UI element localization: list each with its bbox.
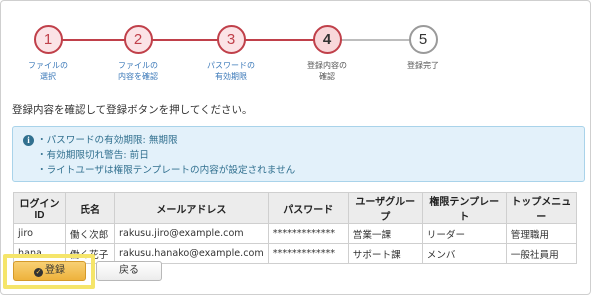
cell-user-group: サポート課 (347, 243, 423, 264)
step-3-circle: 3 (216, 25, 246, 54)
column-header-permission-template: 権限テンプレート (421, 192, 507, 224)
step-4-label: 登録内容の 確認 (307, 61, 347, 81)
step-3-label[interactable]: パスワードの 有効期限 (181, 60, 281, 82)
info-box: i ・パスワードの有効期限: 無期限 ・有効期限切れ警告: 前日 ・ライトユーザ… (12, 126, 585, 182)
cell-top-menu: 一般社員用 (505, 243, 577, 264)
user-table: ログインID 氏名 メールアドレス パスワード ユーザグループ 権限テンプレート… (13, 192, 577, 264)
step-5-circle: 5 (408, 25, 438, 54)
step-2-label[interactable]: ファイルの 内容を確認 (88, 60, 188, 82)
info-list: ・パスワードの有効期限: 無期限 ・有効期限切れ警告: 前日 ・ライトユーザは権… (37, 133, 295, 178)
table-header-row: ログインID 氏名 メールアドレス パスワード ユーザグループ 権限テンプレート… (13, 192, 577, 224)
column-header-top-menu: トップメニュー (505, 192, 577, 224)
step-5-label: 登録完了 (407, 61, 439, 70)
cell-permission-template: リーダー (421, 223, 507, 244)
info-item-expiry-warning: ・有効期限切れ警告: 前日 (37, 150, 149, 161)
check-circle-icon: ✓ (34, 268, 43, 277)
column-header-name: 氏名 (65, 192, 115, 224)
back-button[interactable]: 戻る (96, 261, 162, 281)
info-item-light-user-note: ・ライトユーザは権限テンプレートの内容が設定されません (37, 165, 296, 176)
column-header-user-group: ユーザグループ (347, 192, 423, 224)
cell-top-menu: 管理職用 (505, 223, 577, 244)
step-1[interactable]: 1 ファイルの 選択 (0, 25, 98, 82)
info-circle-icon: i (23, 135, 34, 146)
step-4-circle: 4 (312, 25, 342, 54)
back-button-label: 戻る (119, 265, 139, 276)
progress-stepper: 1 ファイルの 選択 2 ファイルの 内容を確認 3 パスワードの 有効期限 4… (0, 0, 591, 100)
step-3[interactable]: 3 パスワードの 有効期限 (181, 25, 281, 82)
step-5: 5 登録完了 (373, 25, 473, 71)
info-item-password-expiry: ・パスワードの有効期限: 無期限 (37, 135, 178, 146)
column-header-email: メールアドレス (114, 192, 269, 224)
column-header-password: パスワード (267, 192, 349, 224)
register-button-label: 登録 (45, 265, 65, 276)
cell-permission-template: メンバ (421, 243, 507, 264)
step-1-circle: 1 (33, 25, 63, 54)
cell-user-group: 営業一課 (347, 223, 423, 244)
table-row: jiro 働く次郎 rakusu.jiro@example.com ******… (13, 223, 577, 244)
step-4: 4 登録内容の 確認 (277, 25, 377, 82)
cell-password: ************* (267, 243, 349, 264)
cell-email: rakusu.jiro@example.com (114, 223, 269, 244)
step-2[interactable]: 2 ファイルの 内容を確認 (88, 25, 188, 82)
cell-login-id: jiro (13, 223, 66, 244)
cell-name: 働く次郎 (65, 223, 115, 244)
cell-password: ************* (267, 223, 349, 244)
step-2-circle: 2 (123, 25, 153, 54)
register-button[interactable]: ✓ 登録 (13, 261, 86, 281)
step-1-label[interactable]: ファイルの 選択 (0, 60, 98, 82)
instruction-text: 登録内容を確認して登録ボタンを押してください。 (12, 104, 253, 116)
column-header-login-id: ログインID (13, 192, 66, 224)
